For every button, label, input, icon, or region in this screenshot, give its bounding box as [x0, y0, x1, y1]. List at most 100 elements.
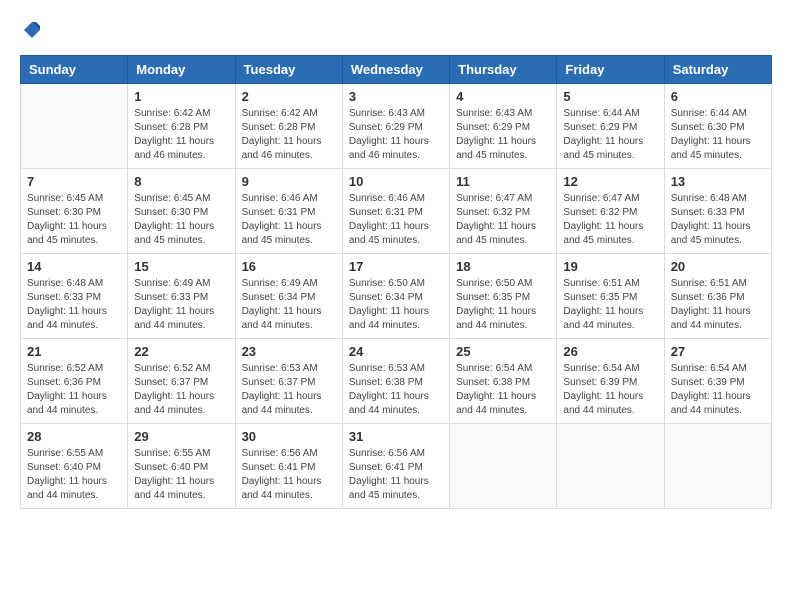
- calendar-cell: 27 Sunrise: 6:54 AM Sunset: 6:39 PM Dayli…: [664, 339, 771, 424]
- day-number: 29: [134, 429, 228, 444]
- day-number: 15: [134, 259, 228, 274]
- day-number: 1: [134, 89, 228, 104]
- calendar-cell: 16 Sunrise: 6:49 AM Sunset: 6:34 PM Dayli…: [235, 254, 342, 339]
- weekday-header: Monday: [128, 56, 235, 84]
- day-info: Sunrise: 6:44 AM Sunset: 6:29 PM Dayligh…: [563, 107, 657, 163]
- calendar-cell: 1 Sunrise: 6:42 AM Sunset: 6:28 PM Daylig…: [128, 84, 235, 169]
- calendar-week-row: 21 Sunrise: 6:52 AM Sunset: 6:36 PM Dayli…: [21, 339, 772, 424]
- day-info: Sunrise: 6:42 AM Sunset: 6:28 PM Dayligh…: [242, 107, 336, 163]
- day-info: Sunrise: 6:49 AM Sunset: 6:34 PM Dayligh…: [242, 277, 336, 333]
- day-number: 9: [242, 174, 336, 189]
- calendar-week-row: 7 Sunrise: 6:45 AM Sunset: 6:30 PM Daylig…: [21, 169, 772, 254]
- calendar-cell: 28 Sunrise: 6:55 AM Sunset: 6:40 PM Dayli…: [21, 424, 128, 509]
- weekday-header: Saturday: [664, 56, 771, 84]
- day-number: 13: [671, 174, 765, 189]
- day-info: Sunrise: 6:47 AM Sunset: 6:32 PM Dayligh…: [456, 192, 550, 248]
- weekday-header-row: SundayMondayTuesdayWednesdayThursdayFrid…: [21, 56, 772, 84]
- day-number: 3: [349, 89, 443, 104]
- weekday-header: Sunday: [21, 56, 128, 84]
- day-info: Sunrise: 6:54 AM Sunset: 6:39 PM Dayligh…: [671, 362, 765, 418]
- day-number: 18: [456, 259, 550, 274]
- calendar-cell: 9 Sunrise: 6:46 AM Sunset: 6:31 PM Daylig…: [235, 169, 342, 254]
- logo: [20, 20, 42, 45]
- day-number: 27: [671, 344, 765, 359]
- day-number: 19: [563, 259, 657, 274]
- calendar-cell: 2 Sunrise: 6:42 AM Sunset: 6:28 PM Daylig…: [235, 84, 342, 169]
- day-number: 10: [349, 174, 443, 189]
- day-info: Sunrise: 6:52 AM Sunset: 6:36 PM Dayligh…: [27, 362, 121, 418]
- calendar-cell: 18Sunrise: 6:50 AM Sunset: 6:35 PM Dayli…: [450, 254, 557, 339]
- day-info: Sunrise: 6:43 AM Sunset: 6:29 PM Dayligh…: [349, 107, 443, 163]
- calendar-cell: [557, 424, 664, 509]
- day-number: 25: [456, 344, 550, 359]
- calendar-cell: 12 Sunrise: 6:47 AM Sunset: 6:32 PM Dayli…: [557, 169, 664, 254]
- day-info: Sunrise: 6:49 AM Sunset: 6:33 PM Dayligh…: [134, 277, 228, 333]
- day-info: Sunrise: 6:52 AM Sunset: 6:37 PM Dayligh…: [134, 362, 228, 418]
- calendar-cell: 13 Sunrise: 6:48 AM Sunset: 6:33 PM Dayli…: [664, 169, 771, 254]
- calendar-cell: 5 Sunrise: 6:44 AM Sunset: 6:29 PM Daylig…: [557, 84, 664, 169]
- day-info: Sunrise: 6:55 AM Sunset: 6:40 PM Dayligh…: [27, 447, 121, 503]
- weekday-header: Wednesday: [342, 56, 449, 84]
- day-info: Sunrise: 6:50 AM Sunset: 6:34 PM Dayligh…: [349, 277, 443, 333]
- day-number: 5: [563, 89, 657, 104]
- day-number: 28: [27, 429, 121, 444]
- weekday-header: Thursday: [450, 56, 557, 84]
- calendar-cell: [450, 424, 557, 509]
- weekday-header: Tuesday: [235, 56, 342, 84]
- day-number: 6: [671, 89, 765, 104]
- day-number: 31: [349, 429, 443, 444]
- day-info: Sunrise: 6:55 AM Sunset: 6:40 PM Dayligh…: [134, 447, 228, 503]
- calendar-week-row: 14Sunrise: 6:48 AM Sunset: 6:33 PM Dayli…: [21, 254, 772, 339]
- day-number: 4: [456, 89, 550, 104]
- day-info: Sunrise: 6:53 AM Sunset: 6:38 PM Dayligh…: [349, 362, 443, 418]
- calendar-cell: 20 Sunrise: 6:51 AM Sunset: 6:36 PM Dayli…: [664, 254, 771, 339]
- day-info: Sunrise: 6:46 AM Sunset: 6:31 PM Dayligh…: [349, 192, 443, 248]
- day-number: 30: [242, 429, 336, 444]
- calendar-cell: 26Sunrise: 6:54 AM Sunset: 6:39 PM Dayli…: [557, 339, 664, 424]
- calendar-week-row: 1 Sunrise: 6:42 AM Sunset: 6:28 PM Daylig…: [21, 84, 772, 169]
- day-number: 23: [242, 344, 336, 359]
- calendar-cell: [664, 424, 771, 509]
- calendar-cell: 6Sunrise: 6:44 AM Sunset: 6:30 PM Daylig…: [664, 84, 771, 169]
- day-number: 2: [242, 89, 336, 104]
- day-info: Sunrise: 6:51 AM Sunset: 6:36 PM Dayligh…: [671, 277, 765, 333]
- day-info: Sunrise: 6:47 AM Sunset: 6:32 PM Dayligh…: [563, 192, 657, 248]
- day-number: 7: [27, 174, 121, 189]
- day-number: 12: [563, 174, 657, 189]
- calendar-cell: 14Sunrise: 6:48 AM Sunset: 6:33 PM Dayli…: [21, 254, 128, 339]
- day-number: 8: [134, 174, 228, 189]
- day-number: 17: [349, 259, 443, 274]
- day-number: 26: [563, 344, 657, 359]
- day-number: 22: [134, 344, 228, 359]
- day-info: Sunrise: 6:43 AM Sunset: 6:29 PM Dayligh…: [456, 107, 550, 163]
- calendar-cell: 30 Sunrise: 6:56 AM Sunset: 6:41 PM Dayli…: [235, 424, 342, 509]
- calendar-cell: 10 Sunrise: 6:46 AM Sunset: 6:31 PM Dayli…: [342, 169, 449, 254]
- day-info: Sunrise: 6:48 AM Sunset: 6:33 PM Dayligh…: [671, 192, 765, 248]
- calendar-cell: 3 Sunrise: 6:43 AM Sunset: 6:29 PM Daylig…: [342, 84, 449, 169]
- day-info: Sunrise: 6:54 AM Sunset: 6:38 PM Dayligh…: [456, 362, 550, 418]
- day-number: 24: [349, 344, 443, 359]
- day-number: 21: [27, 344, 121, 359]
- day-number: 20: [671, 259, 765, 274]
- day-number: 16: [242, 259, 336, 274]
- calendar-cell: 11 Sunrise: 6:47 AM Sunset: 6:32 PM Dayli…: [450, 169, 557, 254]
- day-number: 11: [456, 174, 550, 189]
- day-info: Sunrise: 6:48 AM Sunset: 6:33 PM Dayligh…: [27, 277, 121, 333]
- calendar-cell: 21 Sunrise: 6:52 AM Sunset: 6:36 PM Dayli…: [21, 339, 128, 424]
- day-info: Sunrise: 6:46 AM Sunset: 6:31 PM Dayligh…: [242, 192, 336, 248]
- calendar-week-row: 28 Sunrise: 6:55 AM Sunset: 6:40 PM Dayli…: [21, 424, 772, 509]
- calendar-table: SundayMondayTuesdayWednesdayThursdayFrid…: [20, 55, 772, 509]
- calendar-cell: 23 Sunrise: 6:53 AM Sunset: 6:37 PM Dayli…: [235, 339, 342, 424]
- calendar-cell: 17 Sunrise: 6:50 AM Sunset: 6:34 PM Dayli…: [342, 254, 449, 339]
- calendar-cell: 29 Sunrise: 6:55 AM Sunset: 6:40 PM Dayli…: [128, 424, 235, 509]
- calendar-cell: 25 Sunrise: 6:54 AM Sunset: 6:38 PM Dayli…: [450, 339, 557, 424]
- day-info: Sunrise: 6:51 AM Sunset: 6:35 PM Dayligh…: [563, 277, 657, 333]
- day-info: Sunrise: 6:56 AM Sunset: 6:41 PM Dayligh…: [242, 447, 336, 503]
- logo-icon: [22, 20, 42, 40]
- calendar-cell: 8 Sunrise: 6:45 AM Sunset: 6:30 PM Daylig…: [128, 169, 235, 254]
- day-info: Sunrise: 6:53 AM Sunset: 6:37 PM Dayligh…: [242, 362, 336, 418]
- day-info: Sunrise: 6:56 AM Sunset: 6:41 PM Dayligh…: [349, 447, 443, 503]
- day-info: Sunrise: 6:42 AM Sunset: 6:28 PM Dayligh…: [134, 107, 228, 163]
- calendar-cell: 7Sunrise: 6:45 AM Sunset: 6:30 PM Daylig…: [21, 169, 128, 254]
- day-info: Sunrise: 6:45 AM Sunset: 6:30 PM Dayligh…: [134, 192, 228, 248]
